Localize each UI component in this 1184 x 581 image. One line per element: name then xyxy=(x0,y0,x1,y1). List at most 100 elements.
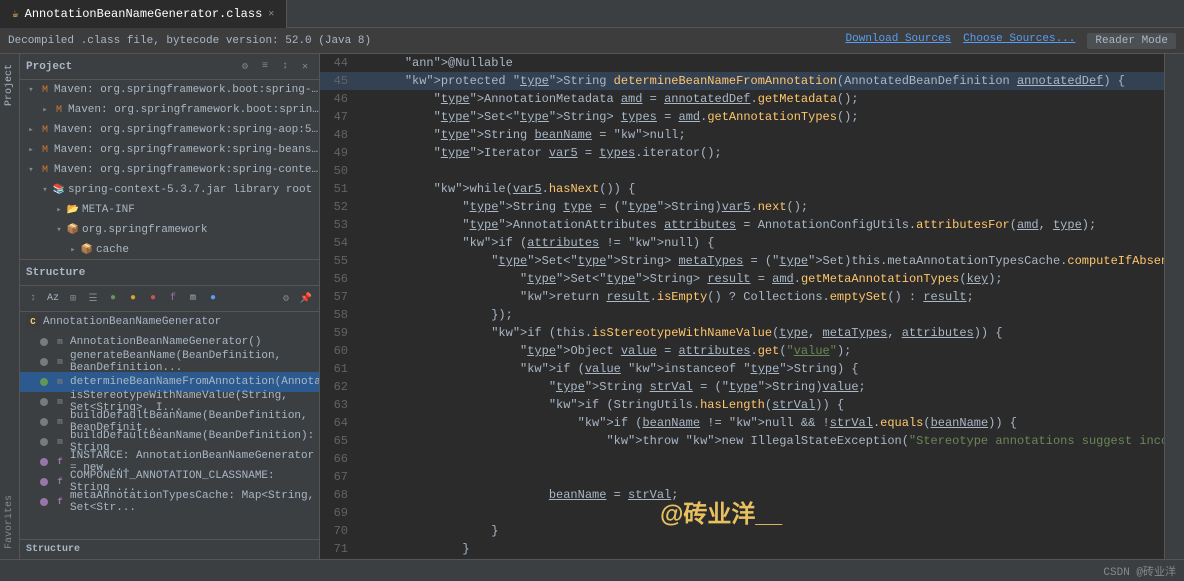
project-toolbar-icon1[interactable]: ⚙ xyxy=(237,59,253,75)
struct-btn-orange[interactable]: ● xyxy=(124,290,142,308)
gutter xyxy=(356,342,372,360)
line-number: 60 xyxy=(320,342,356,360)
struct-type-icon: m xyxy=(53,395,67,409)
tree-item[interactable]: ▸📦cache xyxy=(20,240,319,259)
tree-item[interactable]: ▾MMaven: org.springframework:spring-cont… xyxy=(20,160,319,180)
struct-type-icon: m xyxy=(53,415,67,429)
line-number: 71 xyxy=(320,540,356,558)
struct-item[interactable]: mbuildDefaultBeanName(BeanDefinition): S… xyxy=(20,432,319,452)
vtab-favorites[interactable]: Favorites xyxy=(2,489,17,555)
tree-arrow-icon: ▸ xyxy=(24,143,38,157)
code-table: 44 "ann">@Nullable45 "kw">protected "typ… xyxy=(320,54,1164,559)
tree-item[interactable]: ▸MMaven: org.springframework.boot:spring… xyxy=(20,100,319,120)
struct-btn-filter[interactable]: ☰ xyxy=(84,290,102,308)
struct-type-icon: m xyxy=(53,435,67,449)
tree-item[interactable]: ▾📚spring-context-5.3.7.jar library root xyxy=(20,180,319,200)
download-sources-link[interactable]: Download Sources xyxy=(846,33,952,49)
reader-mode-button[interactable]: Reader Mode xyxy=(1087,33,1176,49)
tree-item[interactable]: ▾MMaven: org.springframework.boot:spring… xyxy=(20,80,319,100)
code-content: } xyxy=(372,540,1164,558)
tree-item[interactable]: ▸MMaven: org.springframework:spring-aop:… xyxy=(20,120,319,140)
visibility-dot xyxy=(40,418,48,426)
line-number: 50 xyxy=(320,162,356,180)
choose-sources-link[interactable]: Choose Sources... xyxy=(963,33,1075,49)
code-content: "kw">if (StringUtils.hasLength(strVal)) … xyxy=(372,396,1164,414)
tree-node-icon: M xyxy=(38,123,52,137)
line-number: 62 xyxy=(320,378,356,396)
struct-item-label: generateBeanName(BeanDefinition, BeanDef… xyxy=(70,350,319,374)
line-number: 56 xyxy=(320,270,356,288)
tree-arrow-icon: ▸ xyxy=(24,123,38,137)
code-content: "kw">if (this.isStereotypeWithNameValue(… xyxy=(372,324,1164,342)
struct-item[interactable]: fmetaAnnotationTypesCache: Map<String, S… xyxy=(20,492,319,512)
code-content: "kw">if (attributes != "kw">null) { xyxy=(372,234,1164,252)
code-line: 69 xyxy=(320,504,1164,522)
code-line: 72 } xyxy=(320,558,1164,559)
gutter xyxy=(356,180,372,198)
gutter xyxy=(356,54,372,72)
code-area: 44 "ann">@Nullable45 "kw">protected "typ… xyxy=(320,54,1164,559)
left-sidebar: Project ⚙ ≡ ↕ ✕ ▾MMaven: org.springframe… xyxy=(20,54,320,559)
project-toolbar-icon4[interactable]: ✕ xyxy=(297,59,313,75)
struct-btn-alpha[interactable]: Az xyxy=(44,290,62,308)
struct-btn-sort[interactable]: ↕ xyxy=(24,290,42,308)
project-toolbar-icon2[interactable]: ≡ xyxy=(257,59,273,75)
struct-item[interactable]: fCOMPONENT_ANNOTATION_CLASSNAME: String … xyxy=(20,472,319,492)
code-content: "type">String beanName = "kw">null; xyxy=(372,126,1164,144)
tree-node-icon: 📦 xyxy=(66,223,80,237)
code-scroll[interactable]: 44 "ann">@Nullable45 "kw">protected "typ… xyxy=(320,54,1164,559)
gutter xyxy=(356,270,372,288)
tree-item-label: Maven: org.springframework:spring-contex… xyxy=(54,164,319,176)
code-content: "type">Iterator var5 = types.iterator(); xyxy=(372,144,1164,162)
tree-arrow-icon: ▾ xyxy=(38,183,52,197)
tree-item-label: Maven: org.springframework:spring-beans:… xyxy=(54,144,319,156)
tab-close-icon[interactable]: ✕ xyxy=(268,8,274,20)
code-line: 70 } xyxy=(320,522,1164,540)
struct-btn-settings[interactable]: ⚙ xyxy=(277,290,295,308)
struct-btn-field[interactable]: f xyxy=(164,290,182,308)
visibility-dot xyxy=(40,358,48,366)
tree-item[interactable]: ▸📂META-INF xyxy=(20,200,319,220)
gutter xyxy=(356,432,372,450)
line-number: 48 xyxy=(320,126,356,144)
tree-item-label: Maven: org.springframework:spring-aop:5.… xyxy=(54,124,319,136)
right-vtabs xyxy=(1164,54,1184,559)
tree-node-icon: M xyxy=(38,143,52,157)
code-content: "kw">while(var5.hasNext()) { xyxy=(372,180,1164,198)
struct-btn-pin[interactable]: 📌 xyxy=(297,290,315,308)
struct-item[interactable]: mdetermineBeanNameFromAnnotation(Annotat… xyxy=(20,372,319,392)
code-line: 47 "type">Set<"type">String> types = amd… xyxy=(320,108,1164,126)
vtab-project[interactable]: Project xyxy=(2,58,17,112)
struct-btn-blue[interactable]: ● xyxy=(204,290,222,308)
visibility-dot xyxy=(40,378,48,386)
code-line: 65 "kw">throw "kw">new IllegalStateExcep… xyxy=(320,432,1164,450)
tree-item-label: Maven: org.springframework.boot:spring-b… xyxy=(68,104,319,116)
tree-arrow-icon: ▾ xyxy=(52,223,66,237)
struct-item[interactable]: mAnnotationBeanNameGenerator() xyxy=(20,332,319,352)
struct-item[interactable]: CAnnotationBeanNameGenerator xyxy=(20,312,319,332)
struct-btn-red[interactable]: ● xyxy=(144,290,162,308)
struct-btn-method[interactable]: m xyxy=(184,290,202,308)
decompile-info-text: Decompiled .class file, bytecode version… xyxy=(8,35,371,47)
line-number: 49 xyxy=(320,144,356,162)
tree-item[interactable]: ▾📦org.springframework xyxy=(20,220,319,240)
struct-btn-expand[interactable]: ⊞ xyxy=(64,290,82,308)
gutter xyxy=(356,558,372,559)
tree-item[interactable]: ▸MMaven: org.springframework:spring-bean… xyxy=(20,140,319,160)
line-number: 64 xyxy=(320,414,356,432)
tree-node-icon: 📦 xyxy=(80,243,94,257)
struct-item[interactable]: mbuildDefaultBeanName(BeanDefinition, Be… xyxy=(20,412,319,432)
project-panel-title: Project xyxy=(26,61,233,73)
tab-active[interactable]: ☕ AnnotationBeanNameGenerator.class ✕ xyxy=(0,0,287,28)
struct-item[interactable]: misStereotypeWithNameValue(String, Set<S… xyxy=(20,392,319,412)
struct-btn-green[interactable]: ● xyxy=(104,290,122,308)
project-toolbar-icon3[interactable]: ↕ xyxy=(277,59,293,75)
struct-item[interactable]: fINSTANCE: AnnotationBeanNameGenerator =… xyxy=(20,452,319,472)
struct-item[interactable]: mgenerateBeanName(BeanDefinition, BeanDe… xyxy=(20,352,319,372)
tab-icon: ☕ xyxy=(12,7,19,21)
tab-label: AnnotationBeanNameGenerator.class xyxy=(25,7,263,21)
structure-vtab[interactable]: Structure xyxy=(20,539,319,559)
gutter xyxy=(356,216,372,234)
code-line: 44 "ann">@Nullable xyxy=(320,54,1164,72)
code-content xyxy=(372,504,1164,522)
